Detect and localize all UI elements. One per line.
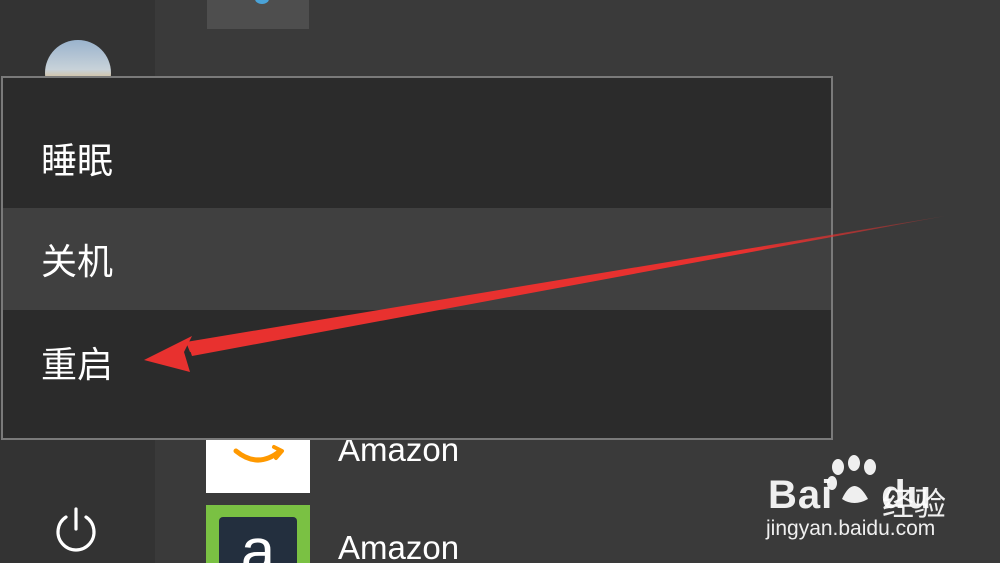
- menu-item-sleep[interactable]: 睡眠: [3, 107, 831, 209]
- app-list-item-amazon[interactable]: a Amazon: [206, 505, 806, 563]
- app-name: Amazon: [338, 529, 460, 563]
- menu-item-restart[interactable]: 重启: [3, 311, 831, 413]
- menu-item-label: 睡眠: [41, 141, 114, 182]
- power-icon: [56, 507, 96, 552]
- menu-item-label: 重启: [41, 345, 114, 386]
- amazon-a-icon: a: [206, 505, 310, 563]
- app-tile-icon: [255, 0, 269, 4]
- menu-item-label: 关机: [41, 242, 114, 283]
- power-button[interactable]: [48, 503, 104, 559]
- baidu-jingyan-watermark: Bai du 经验 jingyan.baidu.com: [760, 455, 1000, 555]
- power-options-menu: 睡眠 关机 重启: [1, 76, 833, 440]
- watermark-url: jingyan.baidu.com: [766, 517, 936, 540]
- menu-item-shutdown[interactable]: 关机: [3, 208, 831, 310]
- app-tile-partial[interactable]: [207, 0, 309, 29]
- start-menu-screen: Amazon a Amazon 睡眠 关机 重启 Bai du 经验 jingy…: [0, 0, 1000, 563]
